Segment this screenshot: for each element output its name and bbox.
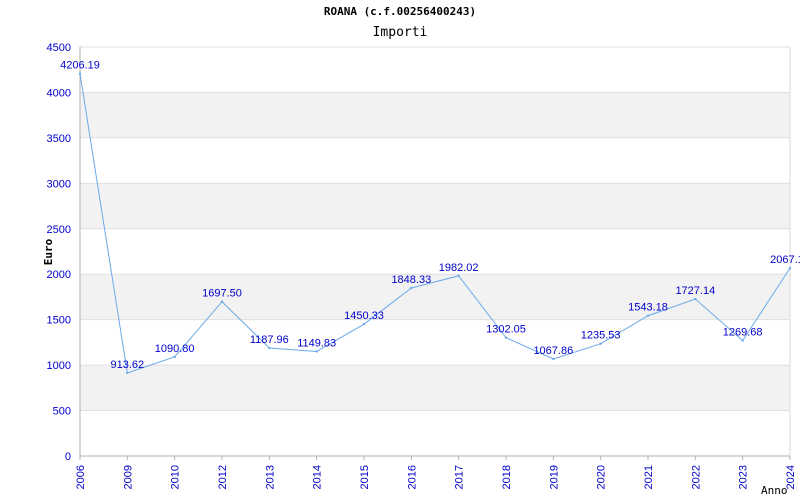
x-tick-label: 2012 [217, 465, 229, 489]
x-tick-label: 2020 [596, 465, 608, 489]
data-label: 1302.05 [486, 324, 526, 336]
data-label: 4206.19 [60, 60, 100, 72]
y-tick-label: 4500 [47, 42, 71, 54]
x-tick-label: 2016 [406, 465, 418, 489]
data-point [599, 342, 602, 345]
x-tick-label: 2017 [454, 465, 466, 489]
data-point [220, 300, 224, 303]
grid-band [80, 92, 790, 138]
data-point [646, 314, 650, 317]
data-point [788, 266, 792, 270]
x-tick-label: 2013 [264, 465, 276, 489]
x-tick-label: 2019 [548, 465, 560, 489]
data-label: 1067.86 [533, 345, 573, 357]
data-label: 1450.33 [344, 310, 384, 322]
y-tick-label: 2000 [47, 269, 71, 281]
y-tick-label: 2500 [47, 224, 71, 236]
x-tick-label: 2014 [312, 465, 324, 489]
data-point [315, 350, 318, 353]
line-chart: 0 500 1000 1500 2000 2500 3000 3500 4000 4500 200… [42, 42, 800, 497]
data-point [504, 336, 508, 339]
data-label: 1727.14 [675, 285, 715, 297]
data-label: 1982.02 [439, 262, 479, 274]
data-label: 1187.96 [250, 334, 289, 346]
data-label: 1543.18 [628, 302, 668, 314]
data-label: 1090.80 [155, 343, 195, 355]
grid-band [80, 183, 790, 229]
data-label: 913.62 [111, 359, 145, 371]
data-point [268, 346, 271, 350]
data-point [694, 297, 697, 301]
data-point [457, 274, 460, 278]
data-point [126, 371, 129, 375]
x-tick-label: 2006 [75, 465, 87, 489]
x-tick-label: 2009 [122, 465, 134, 489]
x-tick-label: 2022 [690, 465, 702, 489]
data-label: 1149.83 [297, 337, 336, 349]
x-tick-label: 2021 [643, 465, 655, 489]
data-point [362, 322, 366, 326]
y-tick-label: 3500 [47, 133, 71, 145]
y-tick-label: 0 [65, 451, 71, 463]
data-label: 1269.68 [723, 327, 763, 339]
y-tick-label: 1500 [47, 315, 71, 327]
data-point [741, 339, 744, 342]
data-label: 2067.17 [770, 254, 800, 266]
y-tick-label: 4000 [47, 87, 71, 99]
data-label: 1697.50 [202, 288, 242, 300]
y-tick-label: 3000 [47, 178, 71, 190]
data-point [552, 357, 555, 361]
data-point [78, 72, 82, 75]
y-axis-label: Euro [42, 238, 55, 265]
x-tick-label: 2015 [359, 465, 371, 489]
data-label: 1848.33 [391, 274, 431, 286]
y-tick-label: 500 [53, 406, 71, 418]
data-label: 1235.53 [581, 330, 621, 342]
data-point [173, 355, 176, 359]
x-tick-label: 2023 [738, 465, 750, 489]
y-tick-label: 1000 [47, 360, 71, 372]
x-tick-label: 2010 [170, 465, 182, 489]
x-axis-label: Anno [761, 484, 788, 497]
x-tick-label: 2018 [501, 465, 513, 489]
grid-band [80, 365, 790, 411]
data-point [410, 286, 413, 290]
